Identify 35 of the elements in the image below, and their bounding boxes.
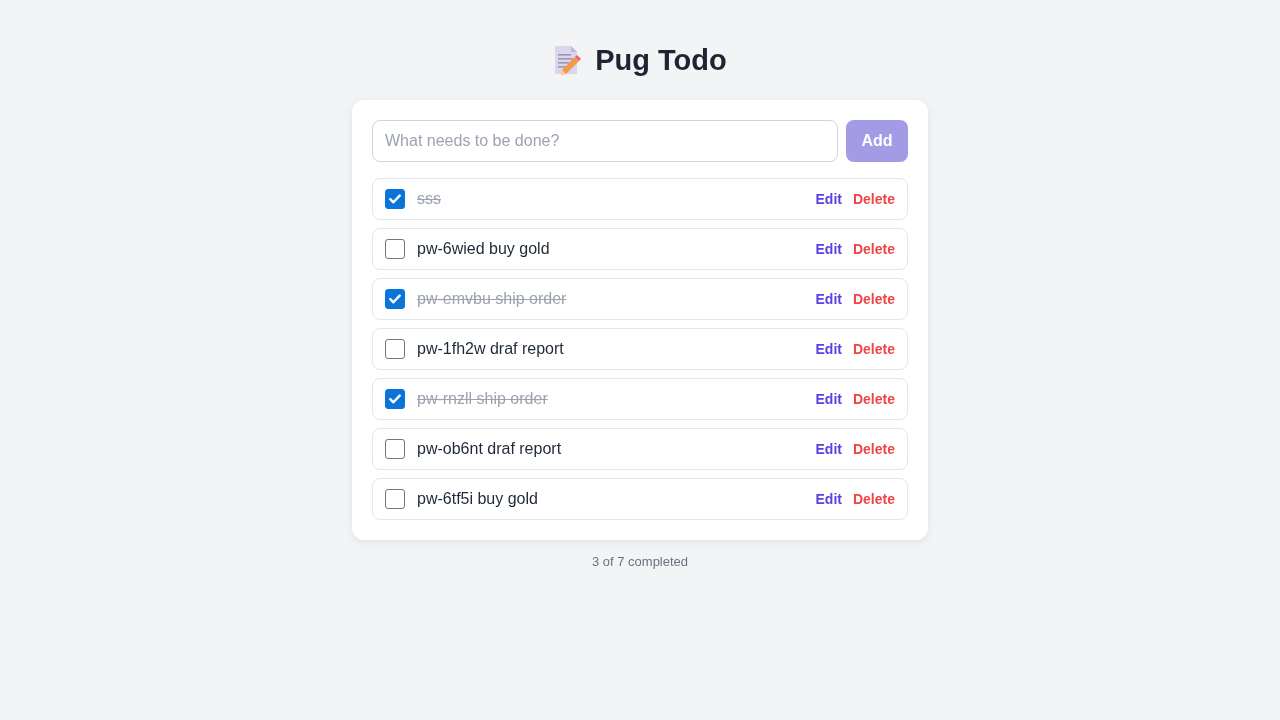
delete-button[interactable]: Delete [852, 390, 895, 408]
edit-button[interactable]: Edit [815, 340, 842, 358]
checkbox[interactable] [385, 389, 405, 409]
edit-button[interactable]: Edit [815, 290, 842, 308]
todo-text: pw-1fh2w draf report [417, 340, 564, 358]
todo-text: pw-emvbu ship order [417, 290, 567, 308]
delete-button[interactable]: Delete [852, 340, 895, 358]
todo-text: pw-ob6nt draf report [417, 440, 562, 458]
delete-button[interactable]: Delete [852, 240, 895, 258]
edit-button[interactable]: Edit [815, 190, 842, 208]
delete-button[interactable]: Delete [852, 490, 895, 508]
checkbox[interactable] [385, 489, 405, 509]
delete-button[interactable]: Delete [852, 290, 895, 308]
edit-button[interactable]: Edit [815, 390, 842, 408]
checkmark-icon [389, 394, 401, 404]
todo-text: sss [417, 190, 441, 208]
todo-text: pw-6tf5i buy gold [417, 490, 538, 508]
todo-input[interactable]: What needs to be done? [372, 120, 838, 162]
checkbox[interactable] [385, 289, 405, 309]
checkbox[interactable] [385, 239, 405, 259]
checkbox[interactable] [385, 339, 405, 359]
checkbox[interactable] [385, 439, 405, 459]
checkmark-icon [389, 194, 401, 204]
todo-text: pw-rnzll ship order [417, 390, 548, 408]
memo-icon [553, 45, 582, 75]
todo-text: pw-6wied buy gold [417, 240, 550, 258]
delete-button[interactable]: Delete [852, 440, 895, 458]
edit-button[interactable]: Edit [815, 490, 842, 508]
checkmark-icon [389, 294, 401, 304]
delete-button[interactable]: Delete [852, 190, 895, 208]
edit-button[interactable]: Edit [815, 440, 842, 458]
edit-button[interactable]: Edit [815, 240, 842, 258]
completed-count: 3 of 7 completed [591, 554, 689, 570]
checkbox[interactable] [385, 189, 405, 209]
app-title: Pug Todo [595, 43, 727, 78]
